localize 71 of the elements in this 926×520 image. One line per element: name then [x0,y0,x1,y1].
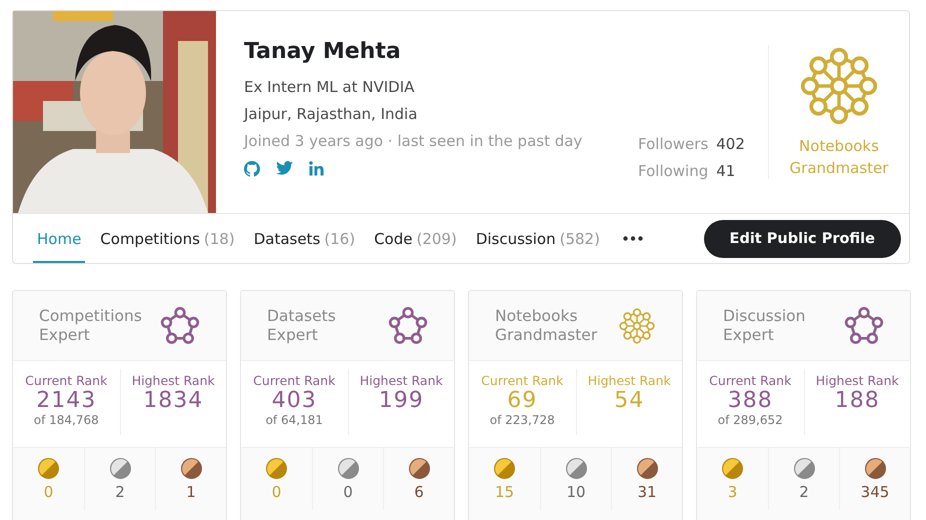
profile-tab[interactable]: Code (209) [370,214,461,263]
github-icon[interactable] [244,161,260,177]
medal-count: 6 [414,482,424,500]
profile-tab[interactable]: Competitions (18) [96,214,239,263]
medal-icon [338,458,358,478]
medal-count: 2 [115,482,125,500]
medal-icon [794,458,814,478]
following-label: Following [638,162,708,180]
medal-icon [864,458,886,478]
linkedin-icon[interactable] [309,161,324,176]
location-text: Jaipur, Rajasthan, India [244,105,418,123]
rank-value: 199 [378,388,424,413]
medal-count: 10 [566,482,586,500]
rank-label: Highest Rank [816,373,899,388]
medal-count: 0 [272,482,282,500]
card-title: Datasets Expert [267,306,337,344]
medal-icon [38,458,59,478]
rank-value: 54 [614,388,644,413]
rank-value: 2143 [36,388,96,413]
rank-value: 1834 [143,388,204,413]
rank-total: of 64,181 [266,413,323,427]
medal-icon [566,458,586,478]
medal-count: 0 [44,482,54,500]
followers-count: 402 [716,135,745,153]
rank-label: Current Rank [709,373,792,388]
medal-count: 3 [728,482,738,500]
occupation-text: Ex Intern ML at NVIDIA [244,78,416,96]
medal-count: 1 [186,482,196,500]
medal-icon [722,458,743,478]
expert-badge-icon [160,306,200,346]
profile-tab[interactable]: Discussion (582) [472,214,604,263]
rank-label: Highest Rank [588,373,671,388]
bird-icon[interactable] [276,161,293,175]
more-icon[interactable] [622,236,643,241]
card-title: Competitions Expert [39,306,143,344]
rank-value: 403 [272,388,317,413]
following-count: 41 [716,162,736,180]
medal-count: 2 [799,482,809,500]
profile-tab[interactable]: Home [33,214,86,263]
medal-icon [180,458,202,478]
activity-text: Joined 3 years ago · last seen in the past day [244,132,584,150]
edit-profile-button[interactable]: Edit Public Profile [704,220,901,258]
rank-value: 388 [728,388,773,413]
card-title: Notebooks Grandmaster [495,306,598,344]
followers-label: Followers [638,135,708,153]
medal-icon [266,458,287,478]
grandmaster-badge-icon [618,306,656,344]
rank-total: of 289,652 [718,413,783,427]
medal-count: 0 [343,482,353,500]
profile-tab[interactable]: Datasets (16) [250,214,360,263]
medal-count: 31 [637,482,657,500]
rank-label: Highest Rank [132,373,215,388]
rank-value: 188 [834,388,880,413]
rank-total: of 184,768 [34,413,99,427]
rank-label: Current Rank [253,373,336,388]
rank-label: Current Rank [25,373,108,388]
rank-label: Current Rank [481,373,564,388]
profile-name: Tanay Mehta [244,39,402,64]
medal-icon [636,458,658,478]
rank-label: Highest Rank [360,373,443,388]
card-title: Discussion Expert [723,306,806,344]
medal-count: 15 [494,482,514,500]
medal-icon [110,458,130,478]
rank-value: 69 [507,388,538,413]
rank-total: of 223,728 [490,413,555,427]
expert-badge-icon [388,306,428,346]
medal-count: 345 [860,482,890,500]
expert-badge-icon [844,306,884,346]
medal-icon [408,458,430,478]
medal-icon [494,458,515,478]
tier-label: Notebooks Grandmaster [788,136,890,179]
